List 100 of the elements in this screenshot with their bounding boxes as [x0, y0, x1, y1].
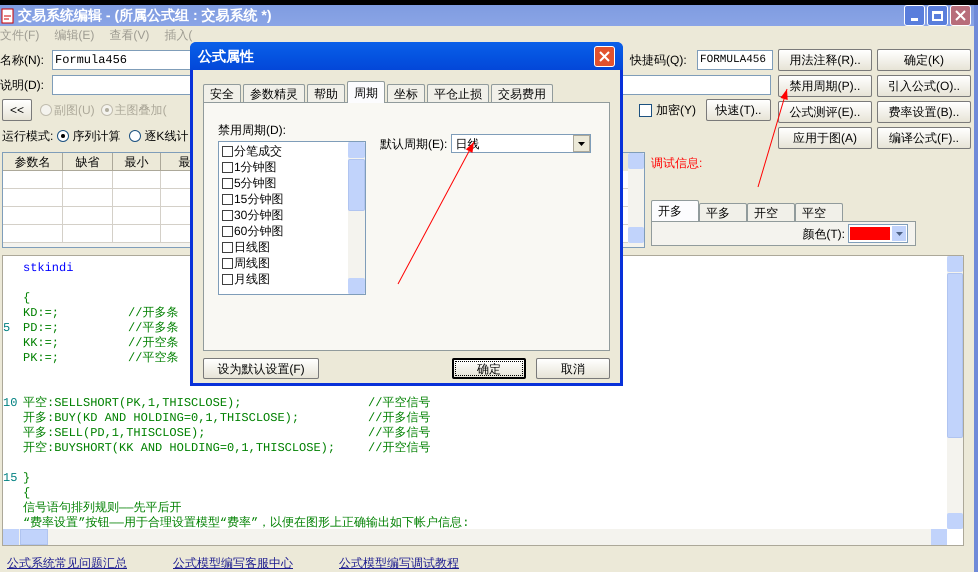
- column-header[interactable]: 最小: [113, 153, 161, 171]
- field-label: 说明(D):: [0, 76, 45, 94]
- window-title: 交易系统编辑 - (所属公式组 : 交易系统 *): [18, 6, 272, 25]
- period-list[interactable]: 分笔成交 1分钟图 5分钟图 15分钟图 30分钟图 60分钟图 日线图 周线图 月线图: [218, 141, 366, 295]
- list-item[interactable]: 周线图: [234, 255, 270, 271]
- scrollbar[interactable]: [3, 529, 947, 545]
- close-button[interactable]: [950, 5, 971, 26]
- field-label: 名称(N):: [0, 52, 45, 68]
- minimize-button[interactable]: [904, 5, 925, 26]
- button[interactable]: 费率设置(B)..: [877, 101, 971, 123]
- code-line: 平空:SELLSHORT(PK,1,THISCLOSE);: [23, 394, 242, 411]
- tab[interactable]: 平多: [699, 203, 747, 221]
- checkbox[interactable]: [222, 146, 233, 156]
- field-label: 快捷码(Q):: [630, 52, 688, 68]
- checkbox[interactable]: [222, 210, 233, 220]
- list-item[interactable]: 60分钟图: [234, 223, 284, 239]
- field-label: 颜色(T):: [802, 226, 845, 242]
- code-line: “费率设置”按钮——用于合理设置模型“费率”，以便在图形上正确输出如下帐户信息:: [23, 514, 470, 532]
- tab[interactable]: 安全: [203, 84, 241, 102]
- caret-icon: [578, 142, 586, 146]
- field-label: 禁用周期(D):: [218, 122, 287, 139]
- list-item[interactable]: 月线图: [234, 271, 270, 287]
- scrollbar[interactable]: [628, 153, 644, 243]
- code-comment: //平空信号: [368, 394, 430, 411]
- code-comment: //平多条: [128, 320, 178, 336]
- list-item[interactable]: 15分钟图: [234, 191, 284, 207]
- dialog-title: 公式属性: [198, 46, 254, 66]
- button[interactable]: 编译公式(F)..: [877, 127, 971, 149]
- dialog-button[interactable]: 设为默认设置(F): [203, 358, 319, 379]
- code-line: 平多:SELL(PD,1,THISCLOSE);: [23, 424, 206, 441]
- tab[interactable]: 开空: [747, 203, 795, 221]
- radio-button[interactable]: [129, 130, 142, 142]
- field-label: 运行模式:: [2, 128, 54, 144]
- scrollbar[interactable]: [348, 142, 365, 294]
- code-comment: //开空条: [128, 334, 178, 351]
- close-icon: [599, 50, 610, 62]
- line-number: 15: [3, 471, 18, 485]
- tab[interactable]: 坐标: [387, 84, 425, 102]
- checkbox-label: 加密(Y): [656, 102, 696, 119]
- list-item[interactable]: 1分钟图: [234, 159, 277, 175]
- color-dropdown[interactable]: [848, 224, 908, 243]
- code-line: KD:=;: [23, 304, 60, 322]
- code-line: }: [23, 470, 30, 486]
- code-comment: //开空信号: [368, 440, 430, 456]
- tab[interactable]: 平仓止损: [427, 84, 489, 102]
- shortcut-field[interactable]: FORMULA456: [697, 50, 773, 70]
- maximize-button[interactable]: [927, 5, 948, 26]
- code-line: PD:=;: [23, 320, 60, 336]
- checkbox[interactable]: [222, 226, 233, 236]
- checkbox[interactable]: [222, 178, 233, 188]
- code-line: {: [23, 484, 30, 502]
- button[interactable]: 用法注释(R)..: [778, 49, 872, 71]
- close-button[interactable]: [594, 46, 615, 66]
- dialog-button[interactable]: 确定: [452, 358, 526, 379]
- radio-label: 副图(U): [54, 102, 95, 119]
- radio-label: 逐K线计: [144, 128, 188, 144]
- caret-icon: [896, 232, 902, 236]
- checkbox[interactable]: [222, 194, 233, 204]
- checkbox[interactable]: [639, 104, 652, 116]
- column-header[interactable]: 缺省: [63, 153, 113, 171]
- document-icon: [1, 8, 15, 24]
- checkbox[interactable]: [222, 258, 233, 268]
- button[interactable]: 禁用周期(P)..: [778, 75, 872, 97]
- tab[interactable]: 交易费用: [491, 84, 553, 102]
- checkbox[interactable]: [222, 274, 233, 284]
- dialog-button[interactable]: 取消: [536, 358, 610, 379]
- help-link[interactable]: 公式系统常见问题汇总: [7, 554, 127, 572]
- code-comment: //开多条: [128, 304, 178, 321]
- code-comment: //平多信号: [368, 424, 430, 441]
- tab[interactable]: 周期: [347, 81, 385, 103]
- help-link[interactable]: 公式模型编写客服中心: [173, 554, 293, 572]
- close-icon: [955, 10, 966, 21]
- tab[interactable]: 帮助: [307, 84, 345, 102]
- debug-label: 调试信息:: [651, 155, 704, 172]
- line-number: 5: [3, 321, 10, 335]
- help-link[interactable]: 公式模型编写调试教程: [339, 554, 459, 572]
- code-line: 开多:BUY(KD AND HOLDING=0,1,THISCLOSE);: [23, 410, 300, 426]
- list-item[interactable]: 分笔成交: [234, 143, 282, 159]
- field-label: 默认周期(E):: [380, 136, 448, 152]
- code-line: PK:=;: [23, 350, 60, 366]
- radio-button[interactable]: [57, 130, 70, 142]
- button[interactable]: 引入公式(O)..: [877, 75, 971, 97]
- code-line: {: [23, 290, 30, 306]
- checkbox[interactable]: [222, 162, 233, 172]
- code-comment: //开多信号: [368, 410, 430, 426]
- button[interactable]: 确定(K): [877, 49, 971, 71]
- column-header[interactable]: 参数名: [3, 153, 63, 171]
- tab[interactable]: 开多: [651, 200, 699, 221]
- button[interactable]: 快速(T)..: [706, 99, 771, 121]
- scrollbar[interactable]: [947, 256, 963, 529]
- button[interactable]: 应用于图(A): [778, 127, 872, 149]
- tab[interactable]: 平空: [795, 203, 843, 221]
- list-item[interactable]: 5分钟图: [234, 175, 277, 191]
- button[interactable]: <<: [2, 99, 32, 121]
- list-item[interactable]: 日线图: [234, 239, 270, 255]
- list-item[interactable]: 30分钟图: [234, 207, 284, 223]
- button[interactable]: 公式测评(E)..: [778, 101, 872, 123]
- code-line: 开空:BUYSHORT(KK AND HOLDING=0,1,THISCLOSE);: [23, 440, 336, 456]
- tab[interactable]: 参数精灵: [243, 84, 305, 102]
- checkbox[interactable]: [222, 242, 233, 252]
